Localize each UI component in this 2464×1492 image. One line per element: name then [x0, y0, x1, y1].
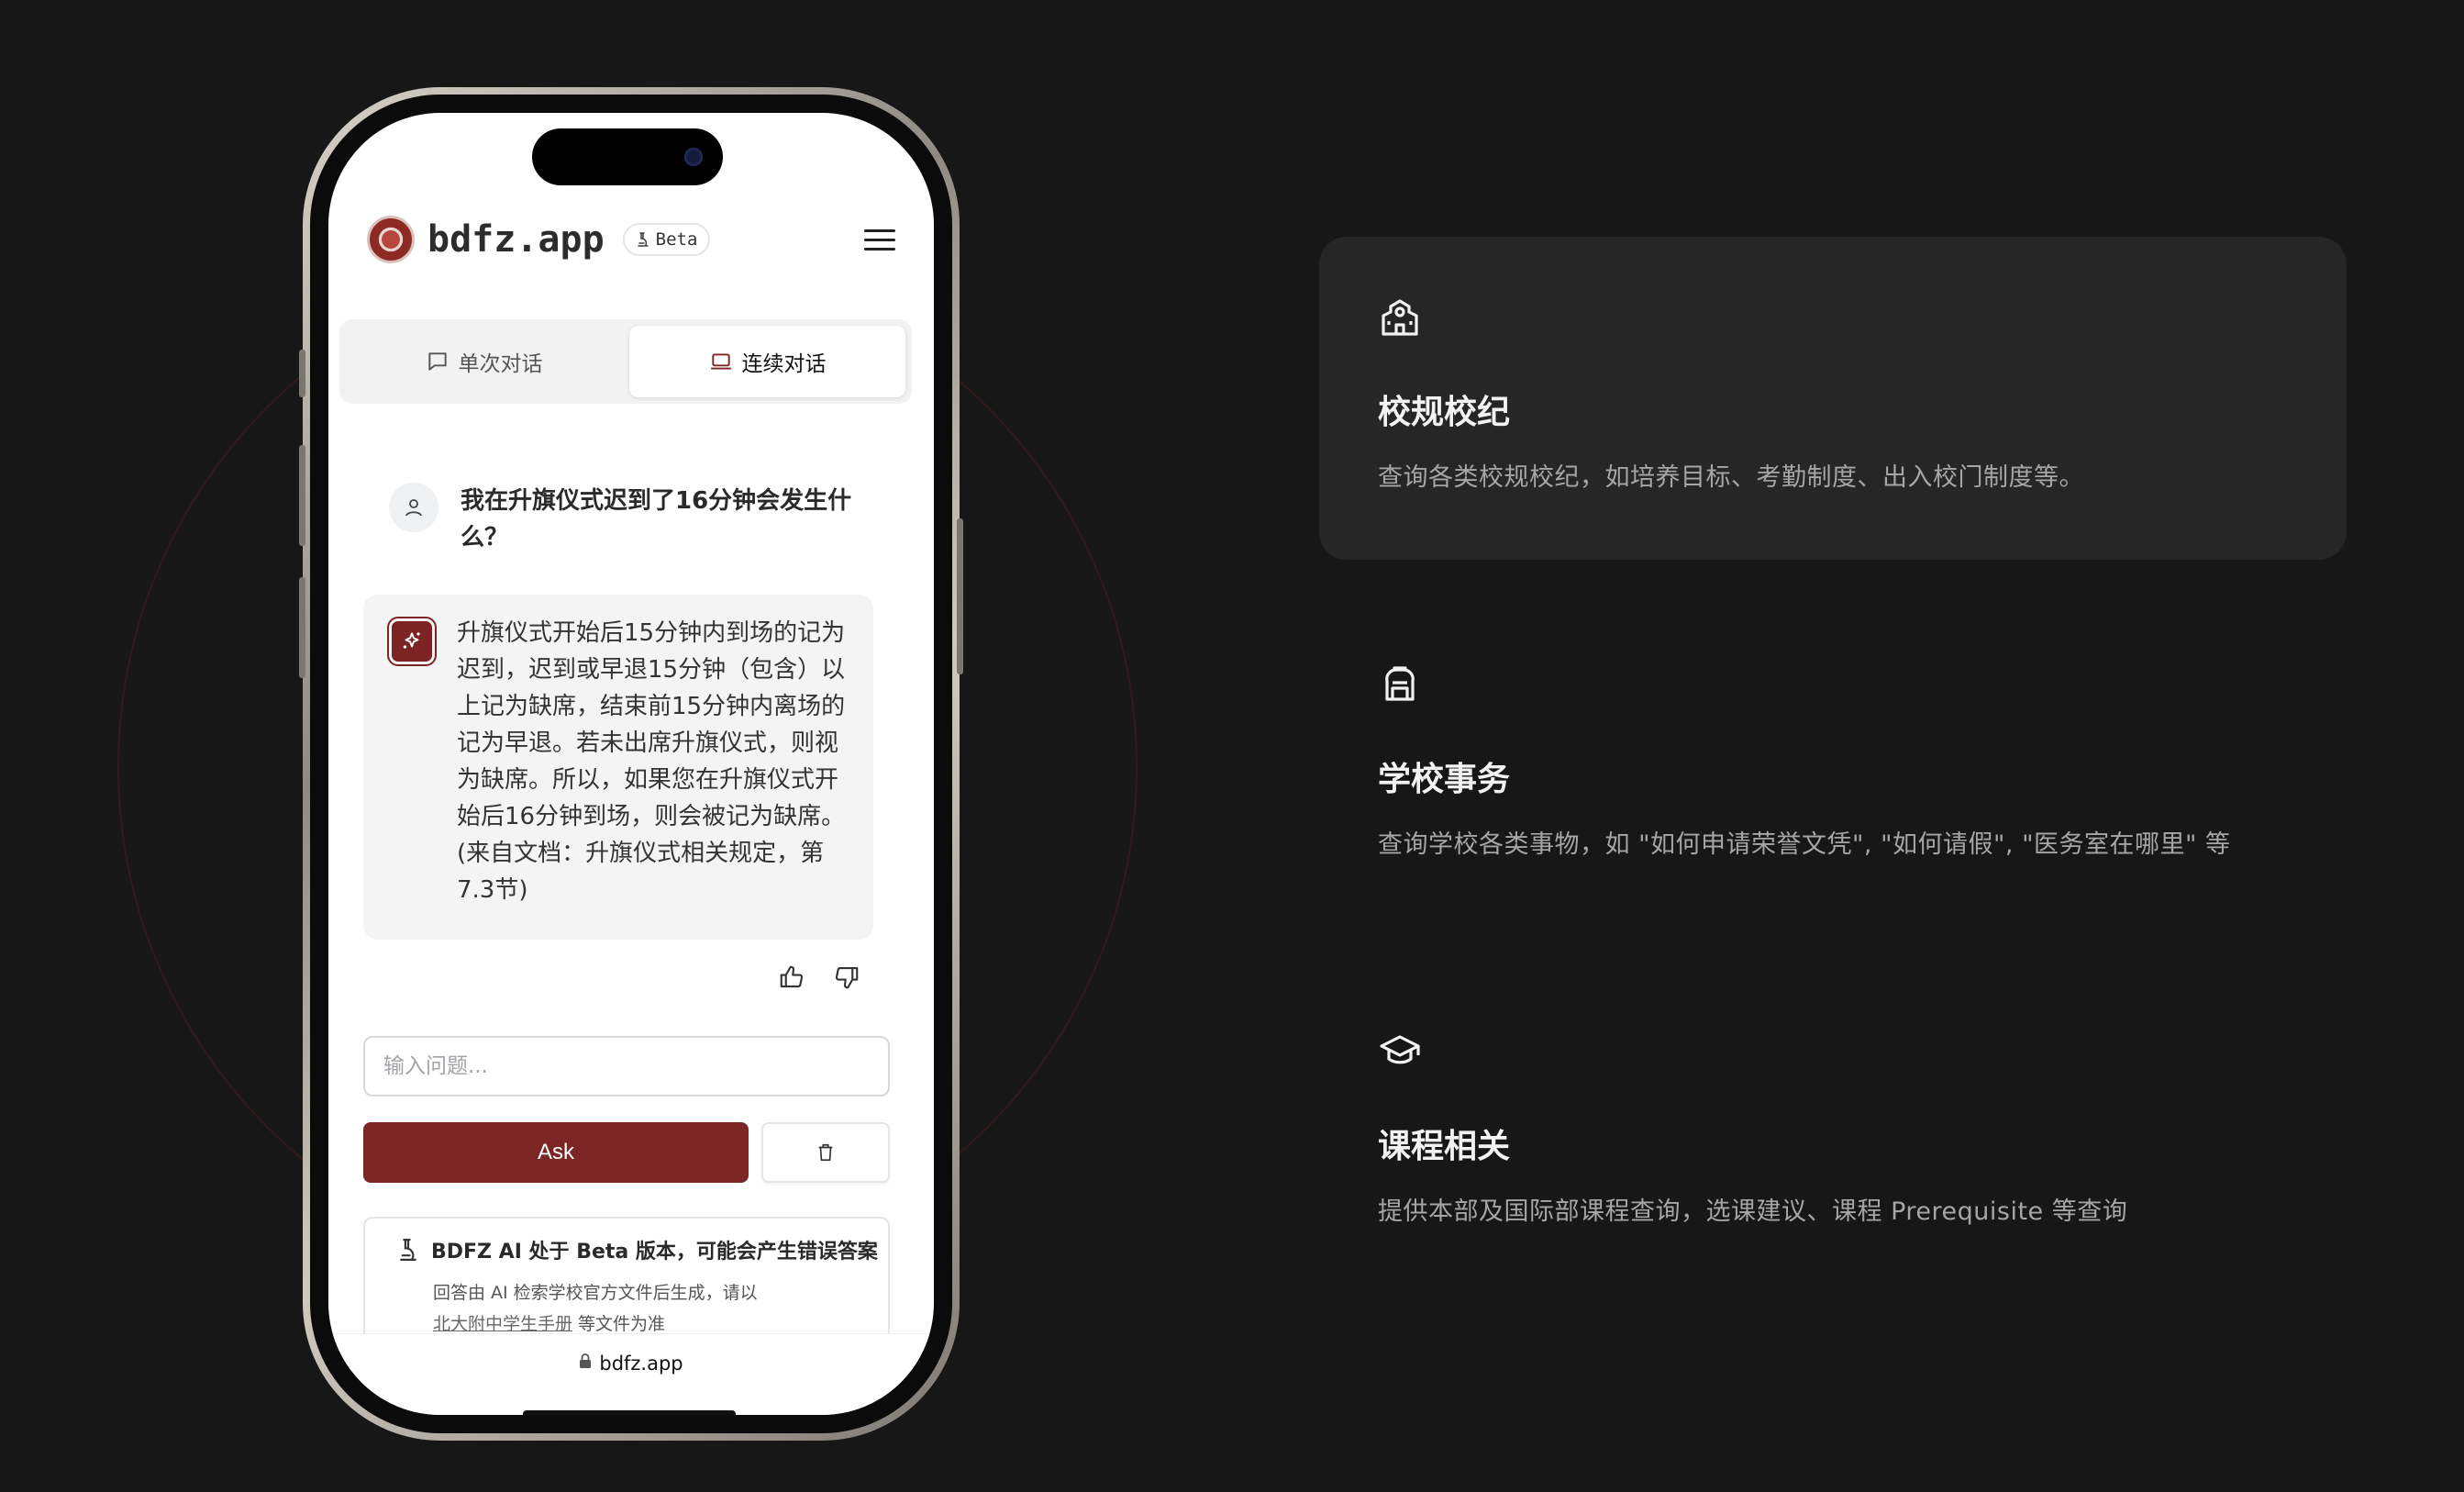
phone-mockup: bdfz.app Beta 单次对话 连续对话 我在升旗仪式迟到了16分钟会发生… [299, 87, 963, 1441]
brand-name[interactable]: bdfz.app [427, 218, 605, 261]
tab-single-chat-label: 单次对话 [458, 352, 543, 376]
thumbs-up-icon[interactable] [778, 963, 805, 991]
feature-title: 课程相关 [1378, 1128, 1511, 1165]
ai-sparkle-icon [387, 617, 437, 666]
feature-title: 校规校纪 [1378, 394, 1511, 431]
phone-screen: bdfz.app Beta 单次对话 连续对话 我在升旗仪式迟到了16分钟会发生… [328, 113, 934, 1415]
user-message-text: 我在升旗仪式迟到了16分钟会发生什么？ [461, 487, 852, 551]
app-header: bdfz.app Beta [367, 214, 895, 265]
feature-school-affairs: 学校事务 查询学校各类事物，如 "如何申请荣誉文凭", "如何请假", "医务室… [1378, 662, 2387, 860]
power-button [957, 518, 963, 674]
showcase: bdfz.app Beta 单次对话 连续对话 我在升旗仪式迟到了16分钟会发生… [0, 0, 2464, 1492]
chat-mode-tabs: 单次对话 连续对话 [339, 319, 912, 404]
thumbs-down-icon[interactable] [833, 963, 860, 991]
backpack-icon [1385, 666, 1415, 701]
browser-url-bar[interactable]: bdfz.app [328, 1333, 934, 1415]
notice-body-suffix: 等文件为准 [572, 1314, 666, 1334]
feature-title: 学校事务 [1378, 761, 1511, 798]
laptop-icon [710, 353, 731, 370]
graduation-cap-icon [1380, 1035, 1420, 1064]
hamburger-menu-icon[interactable] [864, 228, 895, 251]
question-input[interactable] [363, 1036, 890, 1097]
tab-continuous-chat-label: 连续对话 [741, 352, 827, 376]
student-handbook-link[interactable]: 北大附中学生手册 [433, 1314, 572, 1334]
microscope-icon [400, 1239, 416, 1261]
beta-badge: Beta [622, 223, 711, 256]
message-icon [427, 352, 447, 371]
feature-desc: 提供本部及国际部课程查询，选课建议、课程 Prerequisite 等查询 [1378, 1197, 2128, 1226]
ai-message-text: 升旗仪式开始后15分钟内到场的记为迟到，迟到或早退15分钟（包含）以上记为缺席，… [457, 619, 846, 904]
notice-body-prefix: 回答由 AI 检索学校官方文件后生成，请以 [433, 1283, 758, 1303]
feature-desc: 查询各类校规校纪，如培养目标、考勤制度、出入校门制度等。 [1378, 463, 2084, 492]
clear-chat-button[interactable] [761, 1122, 890, 1183]
notice-title: BDFZ AI 处于 Beta 版本，可能会产生错误答案 [431, 1241, 878, 1264]
school-logo[interactable] [367, 216, 415, 263]
feature-desc: 查询学校各类事物，如 "如何申请荣誉文凭", "如何请假", "医务室在哪里" … [1378, 830, 2231, 859]
microscope-icon [637, 232, 649, 247]
url-text: bdfz.app [599, 1353, 683, 1375]
feature-school-rules: 校规校纪 查询各类校规校纪，如培养目标、考勤制度、出入校门制度等。 [1378, 295, 2387, 493]
ai-message: 升旗仪式开始后15分钟内到场的记为迟到，迟到或早退15分钟（包含）以上记为缺席，… [363, 595, 873, 940]
beta-label: Beta [655, 229, 698, 250]
tab-continuous-chat[interactable]: 连续对话 [629, 326, 905, 397]
tab-single-chat[interactable]: 单次对话 [346, 326, 622, 397]
volume-up-button [299, 445, 305, 546]
user-avatar-icon [389, 483, 438, 532]
user-message: 我在升旗仪式迟到了16分钟会发生什么？ [389, 483, 888, 556]
volume-down-button [299, 577, 305, 678]
school-icon [1382, 299, 1418, 336]
dynamic-island [532, 128, 723, 185]
lock-icon [580, 1353, 592, 1368]
home-indicator[interactable] [523, 1410, 736, 1415]
ask-button[interactable]: Ask [363, 1122, 749, 1183]
feature-courses: 课程相关 提供本部及国际部课程查询，选课建议、课程 Prerequisite 等… [1378, 1030, 2387, 1227]
trash-icon [818, 1143, 833, 1162]
action-button [299, 350, 305, 397]
notice-body: 回答由 AI 检索学校官方文件后生成，请以 北大附中学生手册 等文件为准 [433, 1277, 888, 1340]
